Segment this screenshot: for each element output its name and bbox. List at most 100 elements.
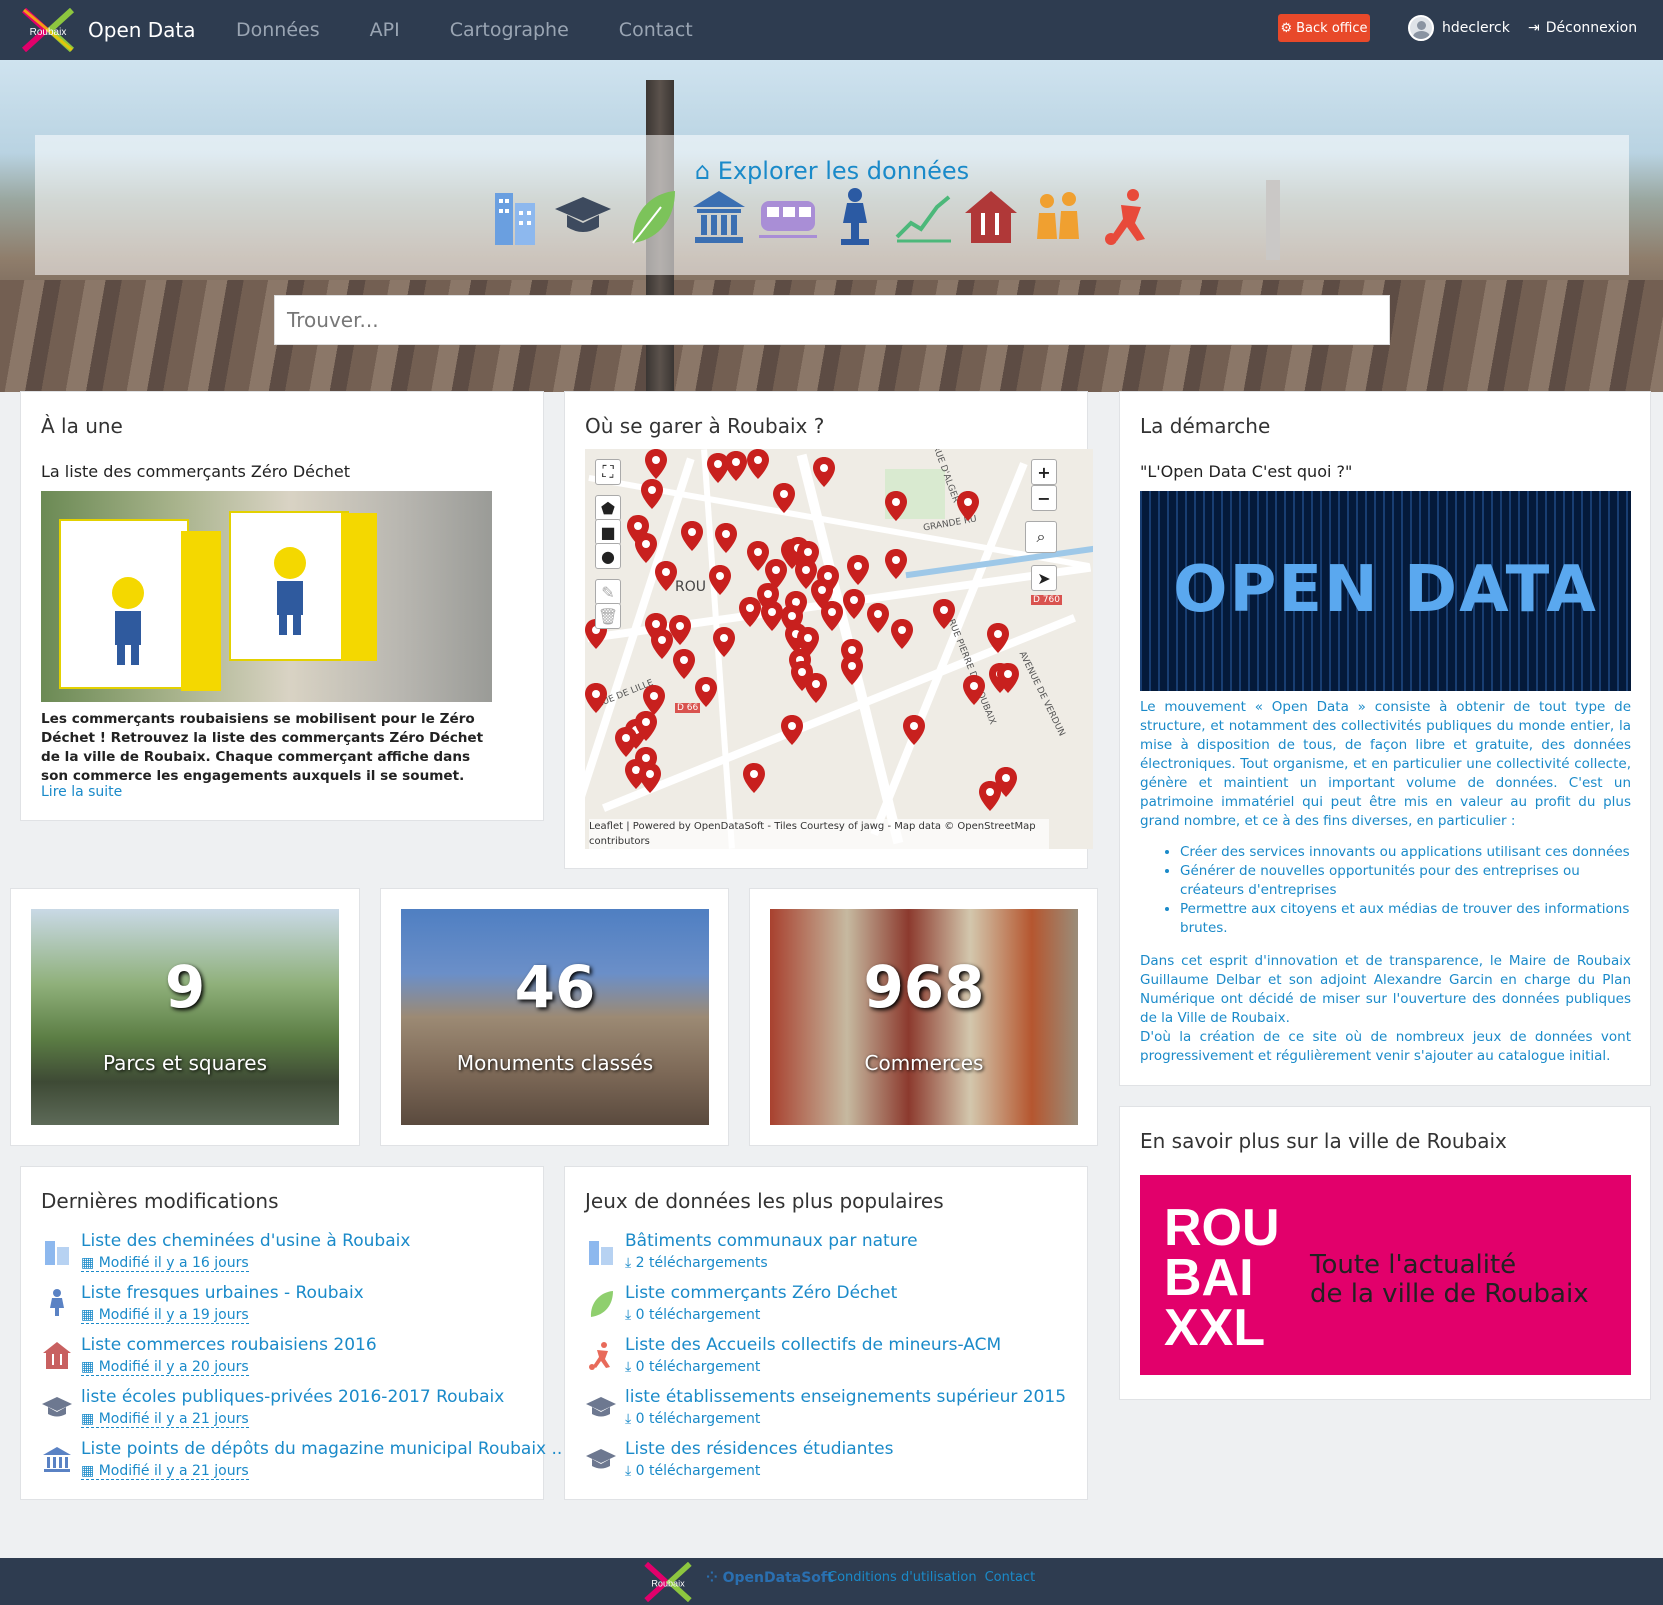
list-item[interactable]: Liste des Accueils collectifs de mineurs… bbox=[585, 1335, 1065, 1387]
zoom-out-button[interactable]: − bbox=[1031, 485, 1057, 511]
map-pin[interactable] bbox=[997, 663, 1019, 693]
chart-icon[interactable] bbox=[893, 183, 953, 249]
map-pin[interactable] bbox=[695, 677, 717, 707]
map-pin[interactable] bbox=[645, 449, 667, 479]
map-pin[interactable] bbox=[773, 483, 795, 513]
footer-roubaix-logo[interactable]: Roubaix bbox=[640, 1561, 696, 1603]
institution-icon[interactable] bbox=[689, 183, 749, 249]
dataset-title[interactable]: liste établissements enseignements supér… bbox=[625, 1387, 1066, 1407]
map-pin[interactable] bbox=[963, 675, 985, 705]
sport-icon[interactable] bbox=[1097, 183, 1157, 249]
map-pin[interactable] bbox=[713, 627, 735, 657]
restaurant-icon[interactable] bbox=[961, 183, 1021, 249]
building-icon[interactable] bbox=[485, 183, 545, 249]
map-pin[interactable] bbox=[885, 491, 907, 521]
read-more-link[interactable]: Lire la suite bbox=[41, 784, 122, 800]
logout-link[interactable]: ⇥ Déconnexion bbox=[1528, 14, 1637, 42]
featured-subtitle[interactable]: La liste des commerçants Zéro Déchet bbox=[41, 462, 350, 481]
map-pin[interactable] bbox=[655, 561, 677, 591]
map-pin[interactable] bbox=[615, 727, 637, 757]
nav-link-cartographe[interactable]: Cartographe bbox=[450, 19, 569, 41]
search-input[interactable]: Trouver... bbox=[274, 295, 1390, 345]
map-pin[interactable] bbox=[651, 629, 673, 659]
map-pin[interactable] bbox=[805, 673, 827, 703]
nav-link-api[interactable]: API bbox=[370, 19, 400, 41]
brand-title[interactable]: Open Data bbox=[88, 18, 196, 42]
map-pin[interactable] bbox=[681, 521, 703, 551]
locate-icon[interactable]: ➤ bbox=[1031, 565, 1057, 591]
stat-card-monuments[interactable]: 46 Monuments classés bbox=[380, 888, 729, 1146]
list-item[interactable]: liste établissements enseignements supér… bbox=[585, 1387, 1066, 1439]
roubaix-logo[interactable]: Roubaix bbox=[20, 7, 76, 53]
fullscreen-button[interactable]: ⛶ bbox=[595, 459, 621, 485]
map-pin[interactable] bbox=[987, 623, 1009, 653]
parking-map[interactable]: RUE PIERRE DE ROUBAIX RUE D'ALGER GRANDE… bbox=[585, 449, 1093, 849]
stat-card-parks[interactable]: 9 Parcs et squares bbox=[10, 888, 360, 1146]
dataset-title[interactable]: Liste fresques urbaines - Roubaix bbox=[81, 1283, 364, 1303]
map-pin[interactable] bbox=[847, 555, 869, 585]
map-pin[interactable] bbox=[781, 715, 803, 745]
list-item[interactable]: Liste commerçants Zéro Déchet ⤓ 0 téléch… bbox=[585, 1283, 1065, 1335]
draw-rectangle-button[interactable]: ■ bbox=[595, 519, 621, 545]
map-pin[interactable] bbox=[813, 457, 835, 487]
user-menu[interactable]: hdeclerck bbox=[1408, 14, 1510, 42]
map-pin[interactable] bbox=[891, 619, 913, 649]
map-pin[interactable] bbox=[585, 683, 607, 713]
dataset-title[interactable]: liste écoles publiques-privées 2016-2017… bbox=[81, 1387, 504, 1407]
map-pin[interactable] bbox=[743, 763, 765, 793]
map-pin[interactable] bbox=[639, 763, 661, 793]
people-icon[interactable] bbox=[1029, 183, 1089, 249]
list-item[interactable]: liste écoles publiques-privées 2016-2017… bbox=[41, 1387, 521, 1439]
statue-icon[interactable] bbox=[825, 183, 885, 249]
explore-title[interactable]: ⌂ Explorer les données bbox=[35, 157, 1629, 185]
map-pin[interactable] bbox=[725, 451, 747, 481]
demarche-subtitle[interactable]: "L'Open Data C'est quoi ?" bbox=[1140, 462, 1352, 481]
zoom-in-button[interactable]: + bbox=[1031, 459, 1057, 485]
dataset-title[interactable]: Liste des résidences étudiantes bbox=[625, 1439, 893, 1459]
draw-polygon-button[interactable]: ⬟ bbox=[595, 495, 621, 521]
map-pin[interactable] bbox=[933, 599, 955, 629]
map-pin[interactable] bbox=[979, 781, 1001, 811]
list-item[interactable]: Liste des résidences étudiantes ⤓ 0 télé… bbox=[585, 1439, 1065, 1491]
map-pin[interactable] bbox=[821, 601, 843, 631]
dataset-title[interactable]: Liste des cheminées d'usine à Roubaix bbox=[81, 1231, 410, 1251]
map-pin[interactable] bbox=[715, 523, 737, 553]
nav-link-donnees[interactable]: Données bbox=[236, 19, 320, 41]
map-pin[interactable] bbox=[841, 655, 863, 685]
train-icon[interactable] bbox=[757, 183, 817, 249]
stat-card-commerces[interactable]: 968 Commerces bbox=[749, 888, 1098, 1146]
map-pin[interactable] bbox=[957, 491, 979, 521]
map-search-icon[interactable]: ⌕ bbox=[1025, 521, 1057, 553]
map-pin[interactable] bbox=[867, 603, 889, 633]
list-item[interactable]: Liste des cheminées d'usine à Roubaix ▦ … bbox=[41, 1231, 521, 1283]
terms-link[interactable]: Conditions d'utilisation bbox=[828, 1570, 977, 1585]
dataset-title[interactable]: Liste commerçants Zéro Déchet bbox=[625, 1283, 897, 1303]
draw-circle-button[interactable]: ● bbox=[595, 543, 621, 569]
graduation-cap-icon[interactable] bbox=[553, 183, 613, 249]
map-pin[interactable] bbox=[635, 711, 657, 741]
dataset-title[interactable]: Bâtiments communaux par nature bbox=[625, 1231, 918, 1251]
dataset-title[interactable]: Liste commerces roubaisiens 2016 bbox=[81, 1335, 377, 1355]
map-pin[interactable] bbox=[843, 589, 865, 619]
backoffice-button[interactable]: ⚙ Back office bbox=[1278, 14, 1370, 42]
footer-contact-link[interactable]: Contact bbox=[985, 1570, 1036, 1585]
dataset-title[interactable]: Liste points de dépôts du magazine munic… bbox=[81, 1439, 568, 1459]
dataset-title[interactable]: Liste des Accueils collectifs de mineurs… bbox=[625, 1335, 1001, 1355]
map-pin[interactable] bbox=[903, 715, 925, 745]
map-pin[interactable] bbox=[739, 597, 761, 627]
roubaix-xxl-banner[interactable]: ROU BAI XXL Toute l'actualité de la vill… bbox=[1140, 1175, 1631, 1375]
list-item[interactable]: Bâtiments communaux par nature ⤓ 2 téléc… bbox=[585, 1231, 1065, 1283]
featured-image[interactable] bbox=[41, 491, 492, 702]
map-pin[interactable] bbox=[747, 449, 769, 479]
map-pin[interactable] bbox=[761, 601, 783, 631]
trash-icon[interactable]: 🗑 bbox=[595, 603, 621, 629]
map-pin[interactable] bbox=[673, 649, 695, 679]
list-item[interactable]: Liste commerces roubaisiens 2016 ▦ Modif… bbox=[41, 1335, 521, 1387]
list-item[interactable]: Liste fresques urbaines - Roubaix ▦ Modi… bbox=[41, 1283, 521, 1335]
map-pin[interactable] bbox=[885, 549, 907, 579]
map-pin[interactable] bbox=[709, 565, 731, 595]
map-pin[interactable] bbox=[635, 533, 657, 563]
map-pin[interactable] bbox=[641, 479, 663, 509]
leaf-icon[interactable] bbox=[621, 183, 681, 249]
edit-icon[interactable]: ✎ bbox=[595, 579, 621, 605]
